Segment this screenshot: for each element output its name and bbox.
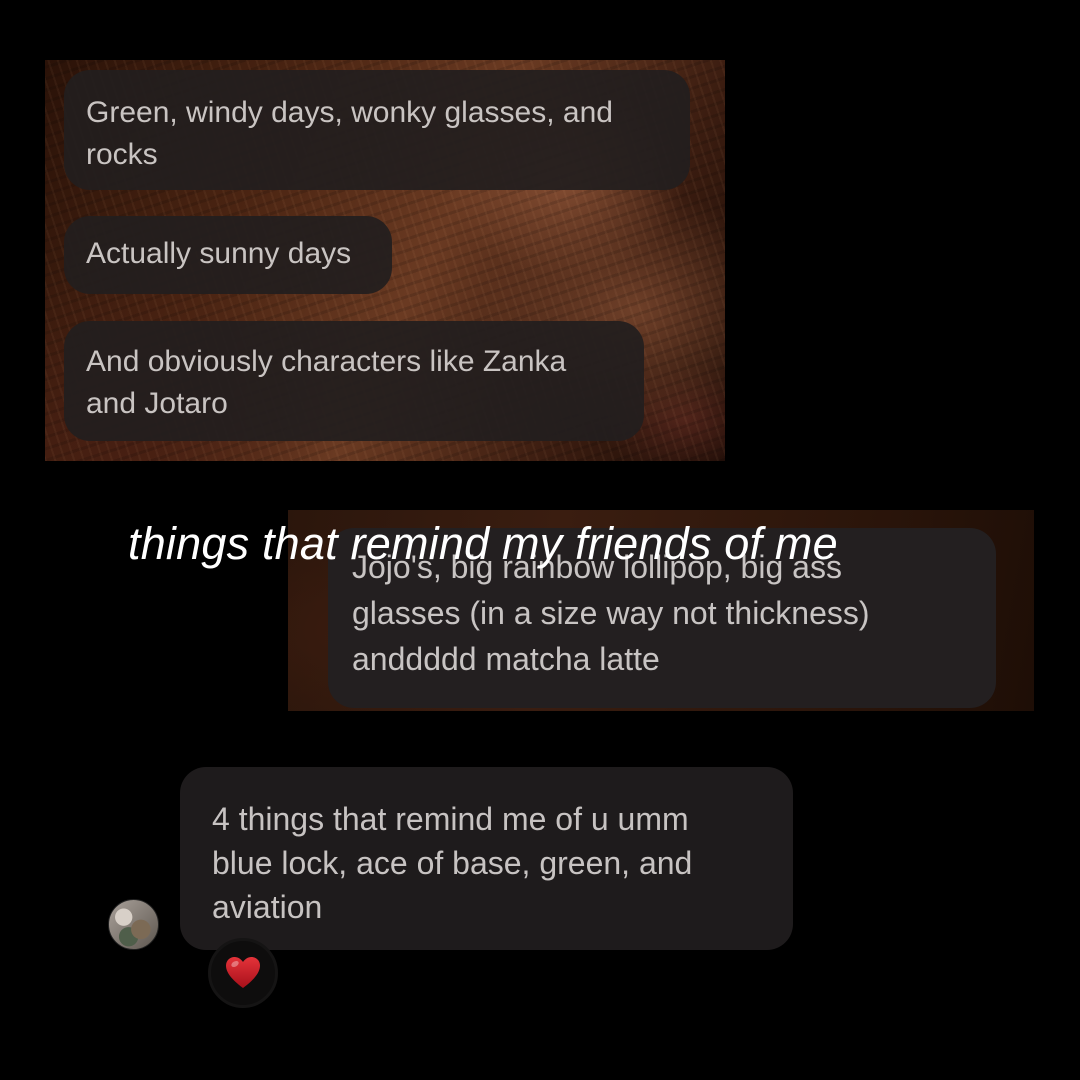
message-text: Green, windy days, wonky glasses, and ro… <box>86 96 613 171</box>
received-message-bubble[interactable]: 4 things that remind me of u umm blue lo… <box>180 767 793 950</box>
heart-icon <box>226 957 260 988</box>
message-text: And obviously characters like Zanka and … <box>86 345 567 420</box>
message-bubble[interactable]: Actually sunny days <box>64 216 392 294</box>
heart-reaction[interactable] <box>208 938 278 1008</box>
overlay-caption: things that remind my friends of me <box>128 518 838 569</box>
avatar[interactable] <box>108 899 159 950</box>
message-text: 4 things that remind me of u umm blue lo… <box>212 801 693 925</box>
collage-canvas: Green, windy days, wonky glasses, and ro… <box>0 0 1080 1080</box>
message-text-line: glasses (in a size way not thickness) <box>352 595 870 631</box>
message-text: Actually sunny days <box>86 237 352 270</box>
message-bubble[interactable]: Green, windy days, wonky glasses, and ro… <box>64 70 690 190</box>
message-bubble[interactable]: And obviously characters like Zanka and … <box>64 321 644 441</box>
message-text-line: anddddd matcha latte <box>352 641 660 677</box>
